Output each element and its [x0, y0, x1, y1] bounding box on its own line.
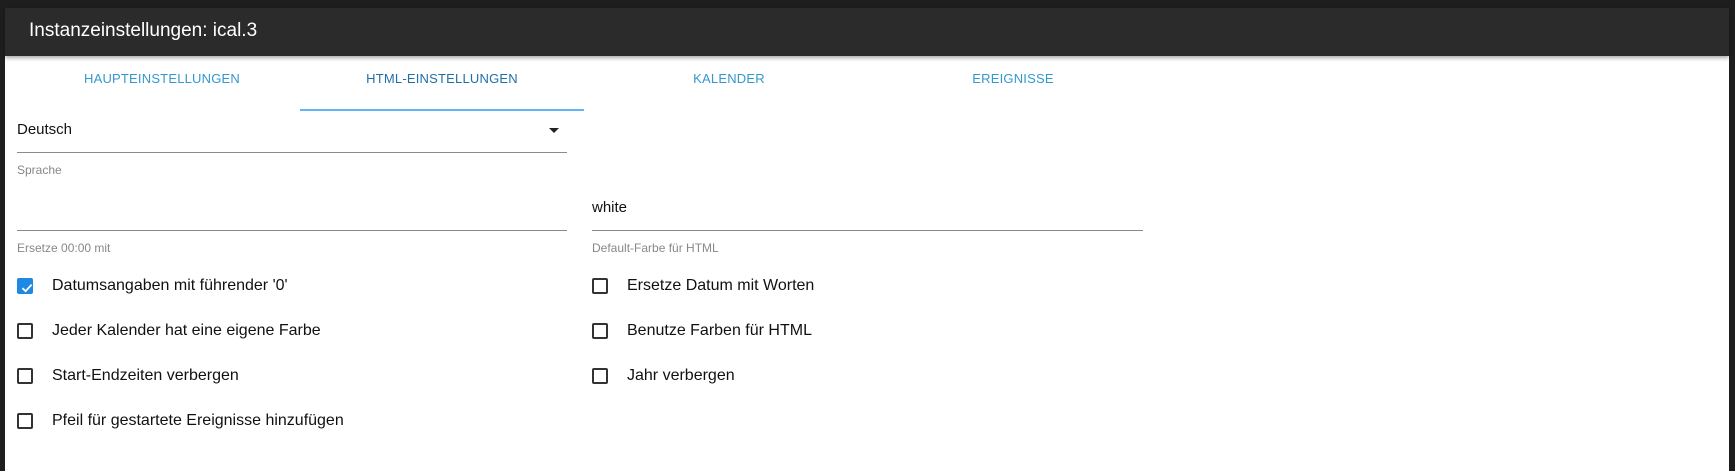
- dialog-title: Instanzeinstellungen: ical.3: [29, 20, 258, 41]
- checkbox-unchecked-icon[interactable]: [592, 278, 608, 294]
- checkbox-label: Ersetze Datum mit Worten: [627, 277, 815, 294]
- checkbox-label: Datumsangaben mit führender '0': [52, 277, 288, 294]
- tab-html-settings[interactable]: HTML-EINSTELLUNGEN: [300, 64, 584, 111]
- checkbox-label: Pfeil für gestartete Ereignisse hinzufüg…: [52, 412, 344, 429]
- checkbox-label: Jahr verbergen: [627, 367, 735, 384]
- checkbox-label: Start-Endzeiten verbergen: [52, 367, 239, 384]
- tab-main-settings[interactable]: HAUPTEINSTELLUNGEN: [20, 64, 304, 111]
- checkbox-unchecked-icon[interactable]: [592, 323, 608, 339]
- checkbox-label: Benutze Farben für HTML: [627, 322, 812, 339]
- checkbox-label: Jeder Kalender hat eine eigene Farbe: [52, 322, 321, 339]
- settings-dialog: Instanzeinstellungen: ical.3 HAUPTEINSTE…: [5, 8, 1729, 471]
- checkbox-checked-icon[interactable]: [17, 278, 33, 294]
- replace-midnight-input[interactable]: [17, 190, 567, 231]
- checkbox-unchecked-icon[interactable]: [17, 413, 33, 429]
- checkbox-unchecked-icon[interactable]: [592, 368, 608, 384]
- default-color-value: white: [592, 199, 628, 216]
- tab-calendar[interactable]: KALENDER: [587, 64, 871, 111]
- default-color-helper: Default-Farbe für HTML: [592, 241, 719, 255]
- checkbox-unchecked-icon[interactable]: [17, 368, 33, 384]
- title-bar: Instanzeinstellungen: ical.3: [5, 8, 1729, 56]
- language-select[interactable]: Deutsch: [17, 112, 567, 153]
- dropdown-arrow-icon[interactable]: [549, 128, 559, 133]
- checkbox-unchecked-icon[interactable]: [17, 323, 33, 339]
- default-color-input[interactable]: white: [592, 190, 1143, 231]
- tab-bar: HAUPTEINSTELLUNGEN HTML-EINSTELLUNGEN KA…: [5, 64, 1729, 111]
- replace-midnight-helper: Ersetze 00:00 mit: [17, 241, 111, 255]
- language-helper: Sprache: [17, 163, 62, 177]
- tab-events[interactable]: EREIGNISSE: [871, 64, 1155, 111]
- language-select-value: Deutsch: [17, 121, 73, 138]
